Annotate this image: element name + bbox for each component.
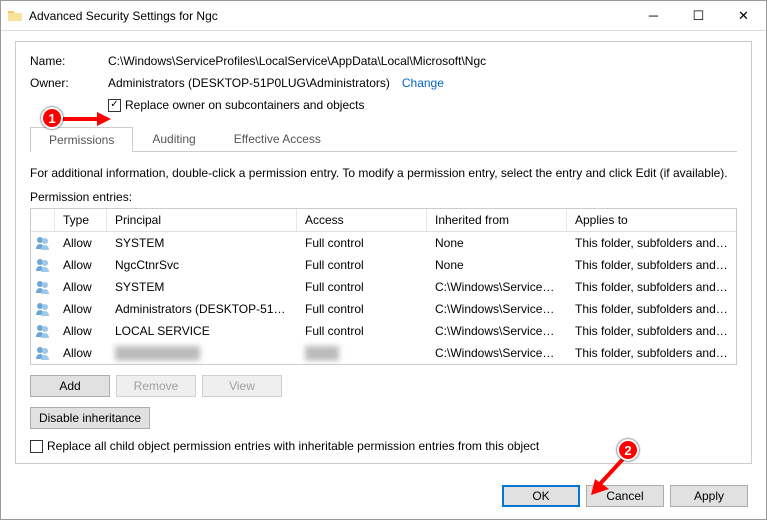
cell-inherited: C:\Windows\ServicePr... (427, 278, 567, 296)
cell-principal: SYSTEM (107, 234, 297, 252)
col-principal[interactable]: Principal (107, 209, 297, 231)
owner-value: Administrators (DESKTOP-51P0LUG\Administ… (108, 76, 390, 90)
cell-inherited: None (427, 234, 567, 252)
folder-icon (7, 8, 23, 24)
cell-inherited: C:\Windows\ServicePr... (427, 344, 567, 362)
advanced-security-window: Advanced Security Settings for Ngc ─ ☐ ✕… (0, 0, 767, 520)
principal-icon (31, 277, 55, 297)
name-label: Name: (30, 54, 108, 68)
minimize-button[interactable]: ─ (631, 1, 676, 30)
col-applies[interactable]: Applies to (567, 209, 736, 231)
cell-type: Allow (55, 300, 107, 318)
table-row[interactable]: AllowSYSTEMFull controlNoneThis folder, … (31, 232, 736, 254)
info-text: For additional information, double-click… (30, 166, 737, 180)
principal-icon (31, 343, 55, 363)
replace-owner-label: Replace owner on subcontainers and objec… (125, 98, 364, 112)
arrow-1-icon (61, 109, 111, 129)
cell-access: Full control (297, 300, 427, 318)
entries-label: Permission entries: (30, 190, 737, 204)
permission-table: Type Principal Access Inherited from App… (30, 208, 737, 365)
cell-access: Full control (297, 278, 427, 296)
cell-inherited: C:\Windows\ServicePr... (427, 300, 567, 318)
cell-access: Full control (297, 322, 427, 340)
tab-auditing[interactable]: Auditing (133, 126, 214, 151)
col-type[interactable]: Type (55, 209, 107, 231)
titlebar: Advanced Security Settings for Ngc ─ ☐ ✕ (1, 1, 766, 31)
close-button[interactable]: ✕ (721, 1, 766, 30)
callout-2: 2 (617, 439, 639, 461)
callout-1: 1 (41, 107, 63, 129)
table-body: AllowSYSTEMFull controlNoneThis folder, … (31, 232, 736, 364)
table-row[interactable]: AllowSYSTEMFull controlC:\Windows\Servic… (31, 276, 736, 298)
cell-applies: This folder, subfolders and files (567, 322, 736, 340)
window-title: Advanced Security Settings for Ngc (29, 9, 631, 23)
cell-applies: This folder, subfolders and files (567, 300, 736, 318)
cell-principal: Administrators (DESKTOP-51P... (107, 300, 297, 318)
change-owner-link[interactable]: Change (402, 76, 444, 90)
apply-button[interactable]: Apply (670, 485, 748, 507)
replace-child-label: Replace all child object permission entr… (47, 439, 539, 453)
ok-button[interactable]: OK (502, 485, 580, 507)
col-inherited[interactable]: Inherited from (427, 209, 567, 231)
tabs: Permissions Auditing Effective Access (30, 126, 737, 152)
remove-button: Remove (116, 375, 196, 397)
cell-access: ████ (297, 344, 427, 362)
cell-access: Full control (297, 234, 427, 252)
add-button[interactable]: Add (30, 375, 110, 397)
cell-applies: This folder, subfolders and files (567, 344, 736, 362)
principal-icon (31, 321, 55, 341)
cell-type: Allow (55, 322, 107, 340)
disable-inheritance-button[interactable]: Disable inheritance (30, 407, 150, 429)
table-header: Type Principal Access Inherited from App… (31, 209, 736, 232)
tab-permissions[interactable]: Permissions (30, 127, 133, 152)
arrow-2-icon (591, 457, 631, 497)
principal-icon (31, 233, 55, 253)
principal-icon (31, 299, 55, 319)
col-icon (31, 209, 55, 231)
cell-inherited: None (427, 256, 567, 274)
table-row[interactable]: Allow██████████████C:\Windows\ServicePr.… (31, 342, 736, 364)
cell-type: Allow (55, 256, 107, 274)
replace-child-checkbox[interactable] (30, 440, 43, 453)
cell-applies: This folder, subfolders and files (567, 234, 736, 252)
cell-applies: This folder, subfolders and files (567, 256, 736, 274)
cell-principal: NgcCtnrSvc (107, 256, 297, 274)
cell-type: Allow (55, 344, 107, 362)
table-row[interactable]: AllowLOCAL SERVICEFull controlC:\Windows… (31, 320, 736, 342)
cell-principal: ██████████ (107, 344, 297, 362)
table-row[interactable]: AllowAdministrators (DESKTOP-51P...Full … (31, 298, 736, 320)
tab-effective-access[interactable]: Effective Access (215, 126, 340, 151)
cell-principal: LOCAL SERVICE (107, 322, 297, 340)
table-row[interactable]: AllowNgcCtnrSvcFull controlNoneThis fold… (31, 254, 736, 276)
cell-type: Allow (55, 278, 107, 296)
view-button: View (202, 375, 282, 397)
cell-access: Full control (297, 256, 427, 274)
cell-principal: SYSTEM (107, 278, 297, 296)
name-value: C:\Windows\ServiceProfiles\LocalService\… (108, 54, 486, 68)
col-access[interactable]: Access (297, 209, 427, 231)
maximize-button[interactable]: ☐ (676, 1, 721, 30)
owner-label: Owner: (30, 76, 108, 90)
cell-inherited: C:\Windows\ServicePr... (427, 322, 567, 340)
cell-type: Allow (55, 234, 107, 252)
cell-applies: This folder, subfolders and files (567, 278, 736, 296)
main-panel: Name: C:\Windows\ServiceProfiles\LocalSe… (15, 41, 752, 464)
principal-icon (31, 255, 55, 275)
